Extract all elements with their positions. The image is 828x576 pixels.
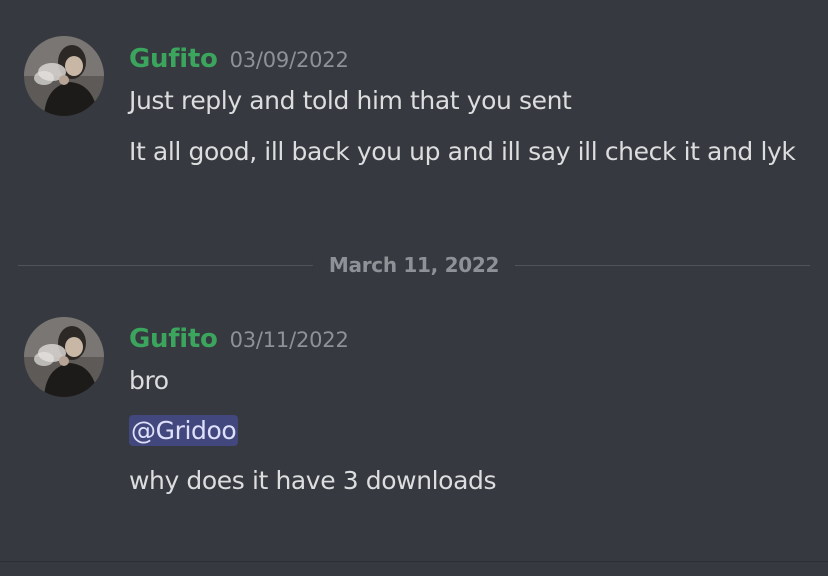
message-text: Just reply and told him that you sent	[129, 86, 572, 115]
user-avatar-icon[interactable]	[24, 36, 104, 116]
username[interactable]: Gufito	[129, 44, 218, 74]
message-header: Gufito 03/09/2022	[129, 46, 349, 72]
user-avatar-icon[interactable]	[24, 317, 104, 397]
timestamp: 03/09/2022	[229, 48, 349, 72]
divider	[0, 561, 828, 562]
message-text: It all good, ill back you up and ill say…	[129, 137, 796, 166]
timestamp: 03/11/2022	[229, 328, 349, 352]
date-divider-label: March 11, 2022	[312, 252, 516, 278]
username[interactable]: Gufito	[129, 324, 218, 354]
date-divider: March 11, 2022	[18, 252, 810, 278]
message-text-mention: @Gridoo	[129, 410, 809, 451]
message-text: bro	[129, 366, 169, 395]
message-text: why does it have 3 downloads	[129, 466, 497, 495]
message-header: Gufito 03/11/2022	[129, 326, 349, 352]
user-mention[interactable]: @Gridoo	[129, 415, 239, 446]
